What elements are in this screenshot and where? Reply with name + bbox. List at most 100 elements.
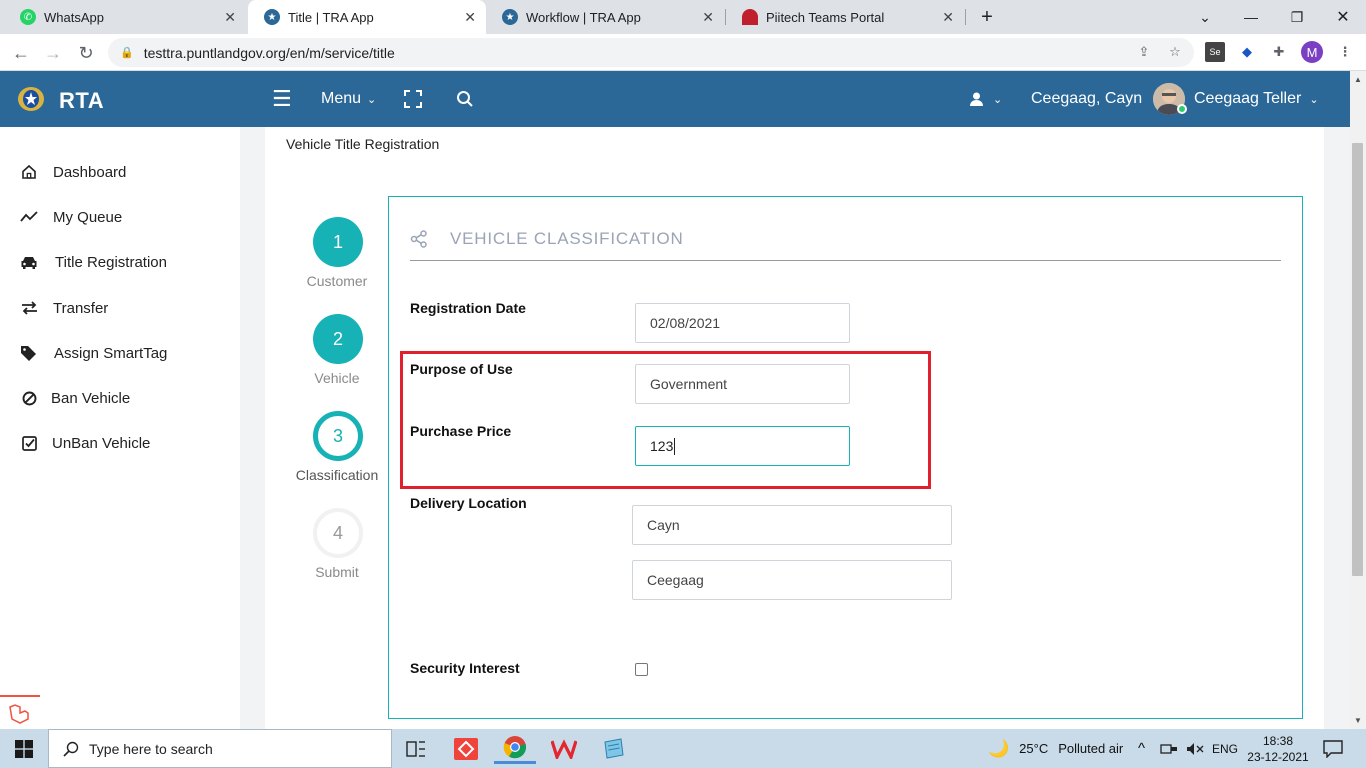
tab-label: WhatsApp (44, 9, 104, 25)
sidebar-item-ban-vehicle[interactable]: Ban Vehicle (0, 383, 240, 413)
share-icon[interactable]: ⇪ (1134, 42, 1154, 62)
hidden-icons-chevron-icon[interactable]: ^ (1138, 729, 1145, 768)
delivery-region-input[interactable]: Cayn (632, 505, 952, 545)
menu-dropdown-button[interactable]: Menu ⌄ (321, 71, 376, 127)
notepad-app-icon[interactable] (592, 733, 634, 764)
close-tab-icon[interactable]: ✕ (942, 9, 954, 26)
sidebar-item-unban-vehicle[interactable]: UnBan Vehicle (0, 428, 240, 458)
search-icon (63, 741, 79, 757)
system-clock[interactable]: 18:38 23-12-2021 (1246, 729, 1310, 768)
sidebar: Dashboard My Queue Title Registration Tr… (0, 127, 240, 729)
scroll-down-arrow-icon[interactable]: ▼ (1350, 713, 1366, 727)
anydesk-app-icon[interactable] (445, 733, 487, 764)
close-tab-icon[interactable]: ✕ (702, 9, 714, 26)
task-view-icon[interactable] (395, 733, 437, 764)
tab-search-chevron-icon[interactable]: ⌄ (1182, 0, 1228, 34)
step-1-circle[interactable]: 1 (313, 217, 363, 267)
home-icon (20, 163, 38, 181)
sidebar-item-transfer[interactable]: Transfer (0, 293, 240, 323)
security-interest-checkbox[interactable] (635, 663, 648, 676)
hamburger-menu-icon[interactable]: ☰ (272, 71, 292, 127)
section-header: VEHICLE CLASSIFICATION (410, 227, 684, 251)
close-tab-icon[interactable]: ✕ (464, 9, 476, 26)
browser-toolbar: ← → ↻ 🔒 testtra.puntlandgov.org/en/m/ser… (0, 34, 1366, 71)
user-menu-dropdown[interactable]: Ceegaag Teller ⌄ (1194, 71, 1319, 127)
page-title: Vehicle Title Registration (286, 136, 440, 152)
share-nodes-icon (410, 230, 427, 248)
new-tab-button[interactable]: + (964, 0, 1010, 34)
back-arrow-icon[interactable]: ← (8, 40, 34, 66)
sidebar-item-my-queue[interactable]: My Queue (0, 202, 240, 232)
tab-title-tra-app[interactable]: ★ Title | TRA App ✕ (248, 0, 486, 34)
air-quality: Polluted air (1058, 741, 1124, 756)
tab-label: Title | TRA App (288, 9, 374, 25)
piitech-icon (742, 9, 758, 25)
step-4-circle[interactable]: 4 (313, 508, 363, 558)
taskbar-search-box[interactable]: Type here to search (48, 729, 392, 768)
scroll-up-arrow-icon[interactable]: ▲ (1350, 72, 1366, 86)
chrome-app-icon[interactable] (494, 733, 536, 764)
windows-start-button[interactable] (0, 729, 48, 768)
tags-icon (20, 344, 38, 362)
forward-arrow-icon[interactable]: → (40, 40, 66, 66)
restore-button[interactable]: ❐ (1274, 0, 1320, 34)
registration-date-input[interactable]: 02/08/2021 (635, 303, 850, 343)
clock-time: 18:38 (1262, 733, 1294, 748)
profile-avatar[interactable]: M (1301, 41, 1323, 63)
tab-workflow-tra-app[interactable]: ★ Workflow | TRA App ✕ (486, 0, 724, 34)
sidebar-item-label: Ban Vehicle (51, 389, 131, 407)
laravel-icon (9, 704, 29, 724)
minimize-button[interactable]: — (1228, 0, 1274, 34)
sidebar-item-assign-smarttag[interactable]: Assign SmartTag (0, 338, 240, 368)
tab-piitech-teams-portal[interactable]: Piitech Teams Portal ✕ (726, 0, 964, 34)
lock-icon: 🔒 (120, 47, 134, 59)
windows-taskbar: Type here to search 🌙 25°C Polluted air … (0, 729, 1366, 768)
selenium-extension-icon[interactable]: Se (1205, 42, 1225, 62)
car-icon (20, 253, 38, 271)
search-icon[interactable] (456, 71, 474, 127)
lightning-extension-icon[interactable]: ◆ (1237, 42, 1257, 62)
wps-office-app-icon[interactable] (543, 733, 585, 764)
input-language[interactable]: ENG (1212, 729, 1238, 768)
network-icon[interactable] (1160, 729, 1178, 768)
bookmark-star-icon[interactable]: ☆ (1165, 42, 1185, 62)
weather-widget[interactable]: 🌙 25°C Polluted air (988, 729, 1123, 768)
delivery-district-input[interactable]: Ceegaag (632, 560, 952, 600)
step-1-label: Customer (306, 273, 368, 289)
tab-whatsapp[interactable]: ✆ WhatsApp ✕ (4, 0, 246, 34)
volume-muted-icon[interactable] (1186, 729, 1204, 768)
step-2-circle[interactable]: 2 (313, 314, 363, 364)
online-status-indicator (1177, 104, 1187, 114)
menu-label: Menu (321, 90, 362, 107)
debugbar-toggle[interactable] (0, 695, 40, 729)
step-3-circle[interactable]: 3 (313, 411, 363, 461)
sidebar-item-label: UnBan Vehicle (52, 434, 151, 452)
clock-date: 23-12-2021 (1247, 749, 1309, 764)
sidebar-item-label: Dashboard (53, 163, 127, 181)
fullscreen-icon[interactable] (404, 71, 422, 127)
weather-temperature: 25°C (1019, 741, 1049, 756)
sidebar-item-title-registration[interactable]: Title Registration (0, 247, 240, 277)
chevron-down-icon: ⌄ (367, 93, 377, 106)
exchange-arrows-icon (20, 299, 38, 317)
close-window-button[interactable]: ✕ (1320, 0, 1366, 34)
reload-icon[interactable]: ↻ (73, 40, 99, 66)
highlight-annotation-box (400, 351, 931, 489)
address-bar[interactable]: 🔒 testtra.puntlandgov.org/en/m/service/t… (108, 38, 1194, 67)
user-location-dropdown[interactable]: ⌄ (970, 71, 1002, 127)
puntland-emblem-icon (18, 87, 44, 111)
extensions-puzzle-icon[interactable]: ✚ (1269, 42, 1289, 62)
scrollbar-thumb[interactable] (1352, 143, 1363, 576)
notification-center-icon[interactable] (1323, 729, 1343, 768)
chevron-down-icon: ⌄ (1309, 93, 1319, 106)
sidebar-item-dashboard[interactable]: Dashboard (0, 157, 240, 187)
security-interest-label: Security Interest (410, 660, 520, 676)
app-header: RTA ☰ Menu ⌄ ⌄ Ceegaag, Cayn Ceegaag Tel… (0, 71, 1366, 127)
browser-menu-icon[interactable]: ⋮ (1335, 42, 1355, 62)
chevron-down-icon: ⌄ (993, 93, 1003, 106)
step-2-label: Vehicle (314, 370, 360, 386)
section-divider (410, 260, 1281, 261)
ban-icon (20, 389, 38, 407)
delivery-region-value: Cayn (647, 517, 680, 533)
close-tab-icon[interactable]: ✕ (224, 9, 236, 26)
